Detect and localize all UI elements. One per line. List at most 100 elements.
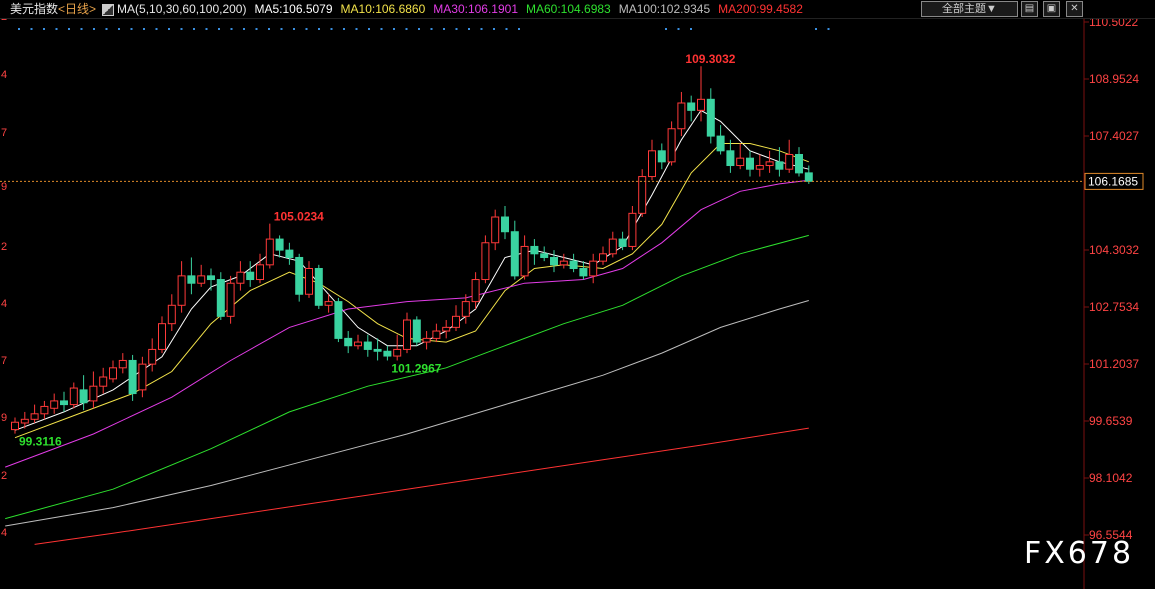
- candle-body: [716, 135, 725, 152]
- candle-body: [334, 301, 343, 339]
- maximize-icon[interactable]: ▣: [1043, 1, 1060, 17]
- event-marker: [230, 28, 233, 30]
- candle-body: [775, 161, 784, 170]
- chart-background: [0, 0, 1155, 589]
- candle-body: [236, 271, 245, 284]
- candle-body: [608, 238, 617, 255]
- event-marker: [443, 28, 445, 30]
- candle-body: [187, 275, 196, 284]
- candle-body: [726, 150, 735, 167]
- candle-body: [305, 268, 313, 295]
- event-marker: [468, 28, 470, 30]
- layout-icon[interactable]: ▤: [1021, 1, 1038, 17]
- candle-body: [11, 421, 19, 431]
- event-marker: [43, 28, 45, 30]
- left-axis-fragment: 9: [1, 181, 7, 193]
- event-marker: [355, 28, 358, 30]
- candle-body: [569, 260, 578, 270]
- candle-body: [128, 359, 137, 395]
- candle-body: [324, 301, 333, 306]
- event-marker: [665, 28, 667, 30]
- candle-body: [510, 231, 519, 277]
- price-chart[interactable]: 110.5022108.9524107.4027104.3032102.7534…: [0, 0, 1155, 589]
- candle-body: [648, 150, 656, 178]
- ma-params: MA(5,10,30,60,100,200): [117, 2, 247, 16]
- extreme-label: 99.3116: [19, 435, 62, 449]
- candle-body: [226, 282, 235, 317]
- indicator-settings-icon[interactable]: [102, 4, 115, 16]
- candle-body: [256, 264, 264, 281]
- candle-body: [99, 376, 108, 387]
- candle-body: [207, 275, 215, 281]
- candle-body: [383, 350, 392, 357]
- y-tick-label: 104.3032: [1089, 243, 1139, 257]
- candle-body: [667, 128, 676, 163]
- event-marker: [305, 28, 308, 30]
- left-axis-fragment: 4: [1, 527, 7, 539]
- ma-value-1: MA10:106.6860: [340, 2, 426, 16]
- event-marker: [393, 28, 395, 30]
- y-tick-label: 107.4027: [1089, 129, 1139, 143]
- event-marker: [280, 28, 283, 30]
- candle-body: [599, 253, 607, 262]
- candle-body: [412, 319, 421, 343]
- event-marker: [93, 28, 95, 30]
- candle-body: [589, 260, 598, 277]
- left-axis-fragment: 7: [1, 127, 7, 139]
- candle-body: [354, 341, 362, 347]
- watermark: FX678: [1024, 536, 1135, 571]
- event-marker: [455, 28, 458, 30]
- theme-select[interactable]: 全部主题▼: [921, 1, 1018, 17]
- left-axis-fragment: 4: [1, 69, 7, 81]
- event-marker: [493, 28, 495, 30]
- event-marker: [518, 28, 520, 30]
- ma-value-5: MA200:99.4582: [718, 2, 803, 16]
- candle-body: [628, 212, 637, 247]
- event-marker: [480, 28, 483, 30]
- candle-body: [579, 268, 588, 277]
- candle-body: [403, 319, 411, 350]
- candle-body: [746, 157, 754, 170]
- extreme-label: 105.0234: [274, 210, 324, 224]
- candle-body: [69, 387, 78, 406]
- event-marker: [380, 28, 383, 30]
- candle-body: [452, 315, 460, 328]
- period-selector[interactable]: <日线>: [58, 0, 96, 18]
- event-marker: [418, 28, 420, 30]
- candle-body: [520, 245, 529, 277]
- event-marker: [430, 28, 433, 30]
- event-marker: [218, 28, 220, 30]
- event-marker: [405, 28, 408, 30]
- candle-body: [20, 418, 29, 424]
- candle-body: [275, 238, 284, 251]
- candle-body: [657, 150, 666, 163]
- event-marker: [155, 28, 158, 30]
- left-axis-fragment: 7: [1, 355, 7, 367]
- candle-body: [177, 275, 186, 306]
- candle-body: [216, 279, 225, 317]
- close-icon[interactable]: ✕: [1066, 1, 1083, 17]
- candle-body: [461, 301, 470, 317]
- candle-body: [785, 153, 794, 170]
- candle-body: [393, 348, 402, 357]
- instrument-title: 美元指数: [10, 2, 59, 16]
- event-marker: [815, 28, 817, 30]
- candle-body: [40, 405, 49, 415]
- left-axis-fragment: 9: [1, 412, 7, 424]
- candle-body: [481, 242, 490, 281]
- candle-body: [755, 165, 764, 170]
- event-marker: [18, 28, 20, 30]
- candle-body: [50, 400, 59, 409]
- event-marker: [677, 28, 680, 30]
- event-marker: [105, 28, 108, 30]
- candle-body: [344, 337, 353, 347]
- ma-value-2: MA30:106.1901: [433, 2, 518, 16]
- candle-body: [148, 348, 157, 365]
- candle-body: [79, 389, 88, 404]
- candle-body: [295, 256, 304, 295]
- y-tick-label: 108.9524: [1089, 72, 1139, 86]
- candle-body: [550, 256, 558, 266]
- candle-body: [795, 153, 803, 174]
- event-marker: [243, 28, 245, 30]
- event-marker: [143, 28, 145, 30]
